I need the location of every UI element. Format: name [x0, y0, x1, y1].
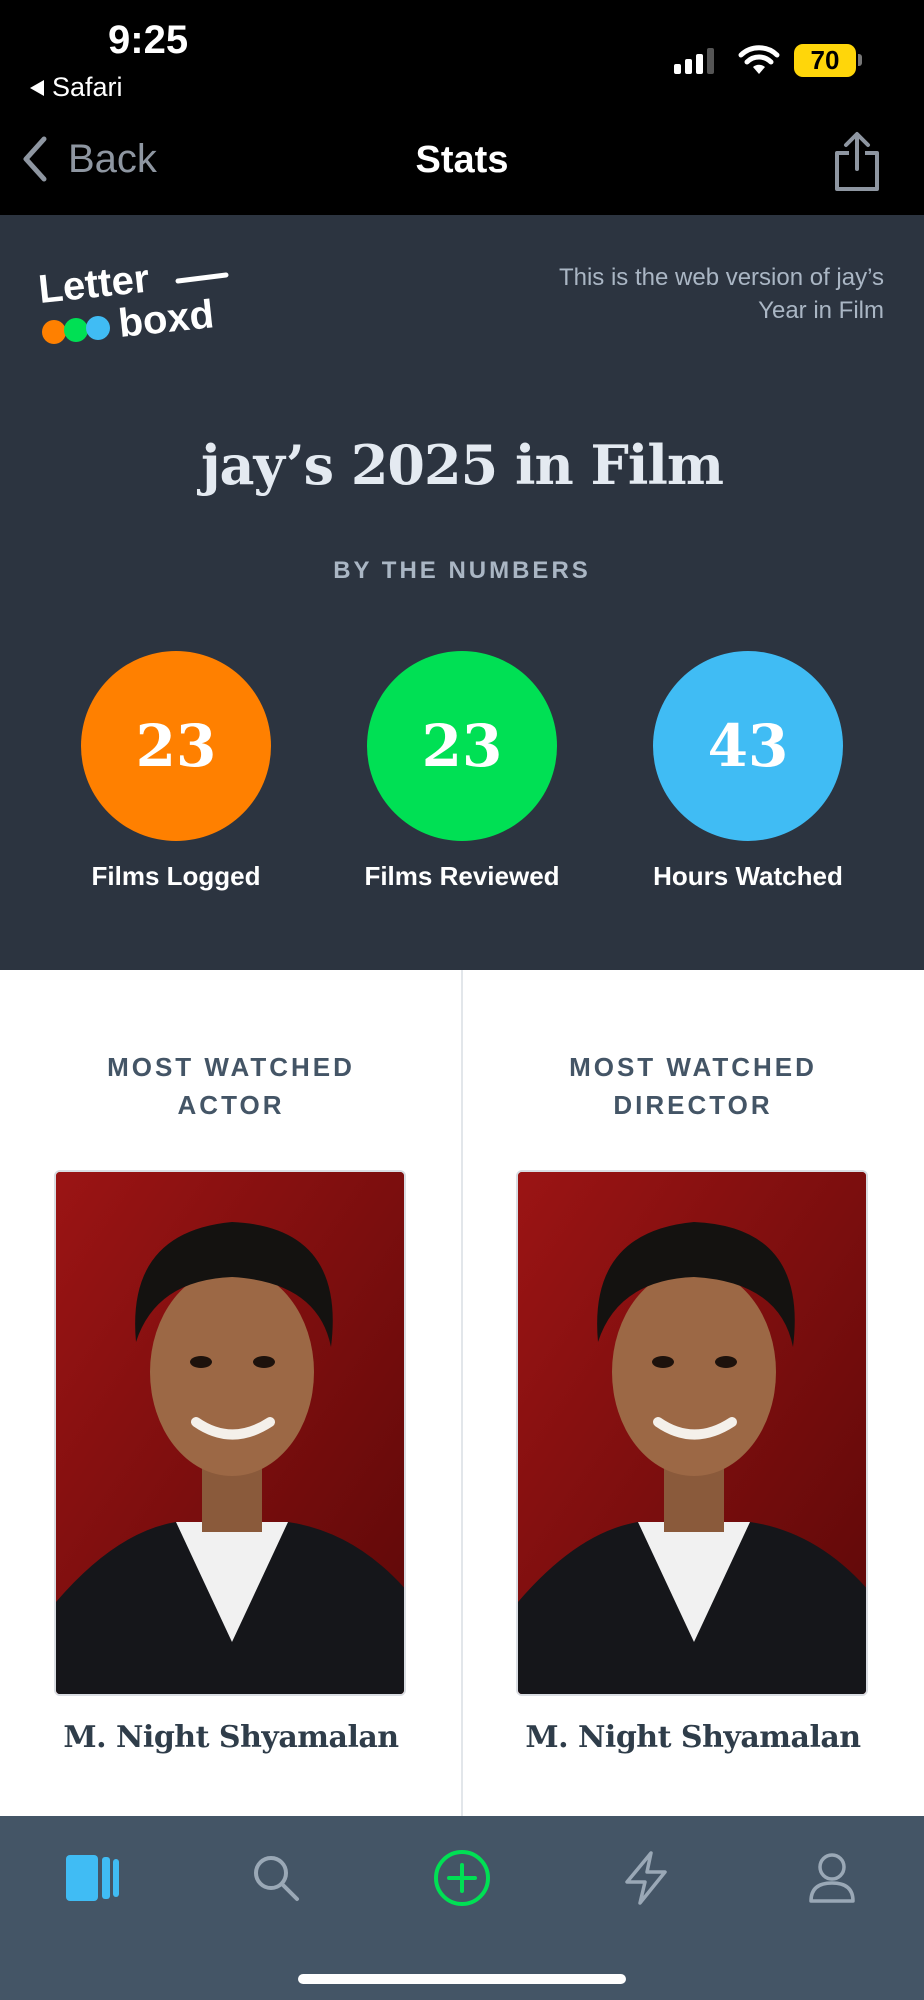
- tab-bar: [0, 1816, 924, 2000]
- director-heading-text: MOST WATCHED DIRECTOR: [569, 1052, 817, 1120]
- activity-icon: [625, 1851, 667, 1905]
- year-title: jay’s 2025 in Film: [200, 433, 724, 497]
- stat-circle: 23: [81, 651, 271, 841]
- director-portrait[interactable]: [516, 1170, 868, 1696]
- stat-films-logged: 23 Films Logged: [46, 651, 306, 892]
- stat-circle: 43: [653, 651, 843, 841]
- profile-icon: [809, 1853, 855, 1903]
- section-subtitle: BY THE NUMBERS: [333, 557, 591, 584]
- actor-portrait[interactable]: [54, 1170, 406, 1696]
- nav-bar: Back Stats: [0, 105, 924, 215]
- web-version-note: This is the web version of jay’s Year in…: [558, 264, 884, 324]
- films-icon: [66, 1855, 119, 1901]
- stat-label: Hours Watched: [653, 861, 843, 891]
- add-icon: [434, 1850, 490, 1906]
- director-name[interactable]: M. Night Shyamalan: [462, 1720, 924, 1755]
- battery-nub: [858, 54, 862, 66]
- person-photo: [56, 1172, 404, 1694]
- stat-label: Films Logged: [91, 861, 261, 891]
- stat-films-reviewed: 23 Films Reviewed: [332, 651, 592, 892]
- most-watched-director-card[interactable]: MOST WATCHED DIRECTOR M. Night Shyamalan: [462, 970, 924, 1816]
- letterboxd-logo[interactable]: Letter boxd: [38, 255, 238, 345]
- back-triangle-icon: [30, 79, 44, 96]
- page-title: Stats: [415, 139, 509, 181]
- tab-profile[interactable]: [802, 1848, 862, 1908]
- wifi-icon: [738, 45, 780, 74]
- most-watched-actor-card[interactable]: MOST WATCHED ACTOR M. Night Shyamalan: [0, 970, 462, 1816]
- back-app-label: Safari: [52, 72, 123, 102]
- stat-label: Films Reviewed: [364, 861, 560, 891]
- actor-heading-text: MOST WATCHED ACTOR: [107, 1052, 355, 1120]
- stat-hours-watched: 43 Hours Watched: [618, 651, 878, 892]
- tab-search[interactable]: [246, 1848, 306, 1908]
- status-time: 9:25: [108, 18, 189, 62]
- status-bar: 9:25 Safari 70: [0, 0, 924, 105]
- actor-heading: MOST WATCHED ACTOR: [0, 1048, 462, 1124]
- battery-indicator: 70: [794, 44, 856, 77]
- search-icon: [254, 1856, 299, 1901]
- tab-add[interactable]: [432, 1848, 492, 1908]
- tab-activity[interactable]: [616, 1848, 676, 1908]
- svg-text:boxd: boxd: [116, 292, 216, 345]
- back-to-app-link[interactable]: Safari: [30, 72, 123, 103]
- actor-name[interactable]: M. Night Shyamalan: [0, 1720, 462, 1755]
- home-indicator[interactable]: [298, 1974, 626, 1984]
- share-icon[interactable]: [832, 131, 882, 193]
- tab-films[interactable]: [62, 1848, 122, 1908]
- person-photo: [518, 1172, 866, 1694]
- year-in-film-header: Letter boxd This is the web version of j…: [0, 215, 924, 970]
- director-heading: MOST WATCHED DIRECTOR: [462, 1048, 924, 1124]
- stat-circle: 23: [367, 651, 557, 841]
- most-watched-section: MOST WATCHED ACTOR M. Night Shyamalan MO…: [0, 970, 924, 1816]
- cellular-signal-icon: [674, 48, 714, 74]
